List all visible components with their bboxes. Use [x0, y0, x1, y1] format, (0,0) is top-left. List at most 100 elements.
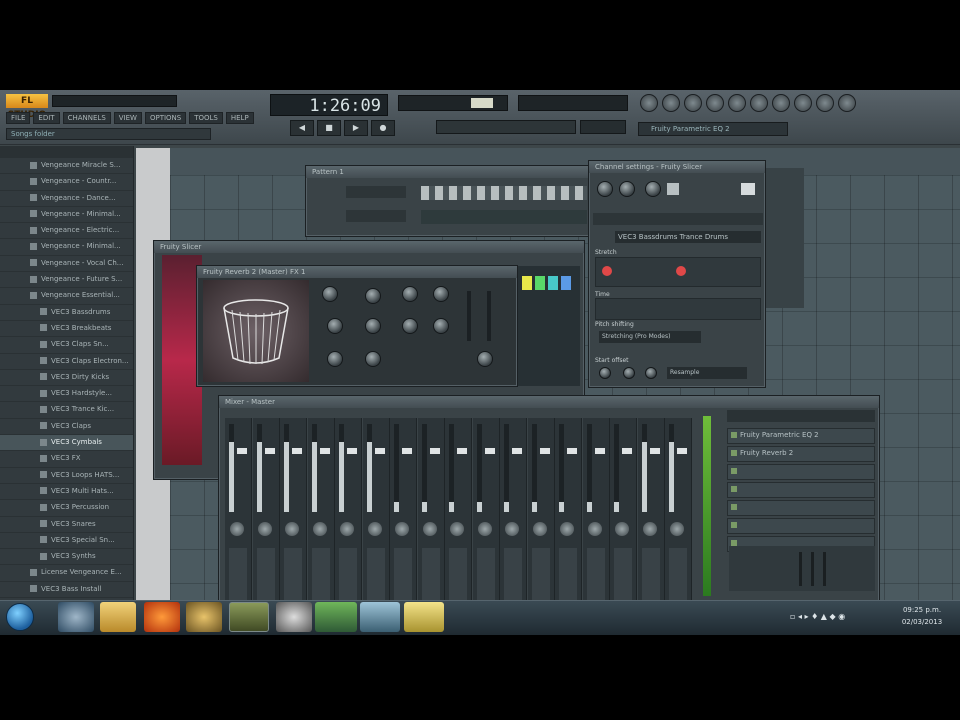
browser-item[interactable]: VEC3 Trance Kic...	[0, 402, 133, 419]
track-send-slot[interactable]	[559, 548, 577, 603]
effect-slot-3[interactable]	[727, 464, 875, 480]
master-volume-slider[interactable]	[52, 95, 177, 107]
browser-item[interactable]: VEC3 Snares	[0, 517, 133, 533]
track-volume-fader[interactable]	[237, 448, 247, 454]
piano-roll-icon[interactable]	[684, 94, 702, 112]
browser-item[interactable]: VEC3 Bass Install	[0, 582, 133, 599]
settings-close-icon[interactable]	[741, 183, 755, 195]
media-player-icon[interactable]	[186, 602, 222, 632]
system-tray[interactable]: ▫ ◂ ▸ ♦ ▲ ◆ ◉	[790, 612, 886, 624]
track-pan-knob[interactable]	[340, 522, 354, 536]
settings-gear-icon[interactable]	[750, 94, 768, 112]
high-cut-knob[interactable]	[365, 318, 381, 334]
browser-item[interactable]: VEC3 Percussion	[0, 500, 133, 517]
export-icon[interactable]	[816, 94, 834, 112]
track-pan-knob[interactable]	[230, 522, 244, 536]
screen-recorder-icon[interactable]	[315, 602, 357, 632]
rewind-button[interactable]: ◀	[290, 120, 314, 136]
menu-edit[interactable]: EDIT	[33, 112, 60, 124]
mixer-track[interactable]	[445, 418, 472, 608]
panning-knob[interactable]	[619, 181, 635, 197]
browser-item[interactable]: License Vengeance E...	[0, 565, 133, 582]
mixer-track[interactable]	[280, 418, 307, 608]
color-swatch[interactable]	[548, 276, 558, 290]
effect-slot-6[interactable]	[727, 518, 875, 534]
track-pan-knob[interactable]	[367, 522, 382, 536]
browser-item[interactable]: Vengeance - Countr...	[0, 174, 133, 191]
fl-logo[interactable]: FL STUDIO	[6, 94, 48, 120]
play-button[interactable]: ▶	[344, 120, 368, 136]
channel-graph[interactable]	[421, 210, 587, 224]
bass-mult-knob[interactable]	[433, 318, 449, 334]
eq-fader[interactable]	[811, 552, 814, 586]
color-swatch[interactable]	[522, 276, 532, 290]
browser-item[interactable]: VEC3 Special Sn...	[0, 533, 133, 550]
track-pan-knob[interactable]	[642, 522, 657, 536]
record-button[interactable]: ●	[371, 120, 395, 136]
diffusion-knob[interactable]	[402, 286, 418, 302]
browser-item[interactable]: Vengeance Miracle S...	[0, 158, 133, 175]
browser-item[interactable]: VEC3 Synths	[0, 549, 133, 566]
start-button[interactable]	[6, 603, 34, 631]
settings-tabs[interactable]	[593, 213, 763, 225]
track-pan-knob[interactable]	[422, 522, 437, 536]
browser-item[interactable]: Vengeance - Future S...	[0, 272, 133, 289]
mixer-track[interactable]	[335, 418, 362, 608]
track-volume-fader[interactable]	[402, 448, 412, 454]
track-pan-knob[interactable]	[395, 522, 409, 536]
effect-slot-5[interactable]	[727, 500, 875, 516]
taskbar-clock[interactable]: 09:25 p.m. 02/03/2013	[892, 604, 952, 628]
step-sequencer-steps[interactable]	[421, 186, 587, 200]
track-send-slot[interactable]	[256, 548, 275, 603]
eq-fader[interactable]	[799, 552, 802, 586]
menu-tools[interactable]: TOOLS	[189, 112, 223, 124]
steam-icon[interactable]	[276, 602, 312, 632]
track-volume-fader[interactable]	[594, 448, 605, 454]
browser-item[interactable]: Vengeance - Dance...	[0, 191, 133, 207]
track-volume-fader[interactable]	[374, 448, 385, 454]
browser-item[interactable]: Vengeance - Electric...	[0, 223, 133, 240]
browser-item[interactable]: VEC3 Bassdrums	[0, 305, 133, 321]
fl-studio-taskbar-icon[interactable]	[229, 602, 269, 632]
er-knob[interactable]	[365, 351, 381, 367]
stretch-mode-dropdown[interactable]: Stretching (Pro Modes)	[599, 331, 701, 343]
mixer-track[interactable]	[610, 418, 637, 608]
track-send-slot[interactable]	[449, 548, 467, 603]
track-volume-fader[interactable]	[677, 448, 687, 454]
stretch-led[interactable]	[676, 266, 686, 276]
track-volume-fader[interactable]	[347, 448, 357, 454]
track-pan-knob[interactable]	[477, 522, 492, 536]
record-icon[interactable]	[794, 94, 812, 112]
track-send-slot[interactable]	[229, 548, 247, 603]
channel-name-button[interactable]	[346, 186, 406, 198]
eq-faders[interactable]	[729, 546, 875, 591]
track-send-slot[interactable]	[366, 548, 385, 603]
stop-button[interactable]: ■	[317, 120, 341, 136]
low-cut-knob[interactable]	[327, 318, 343, 334]
plugin-picker[interactable]: Fruity Parametric EQ 2	[638, 122, 788, 136]
browser-item[interactable]: VEC3 Cymbals	[0, 435, 133, 452]
track-pan-knob[interactable]	[312, 522, 327, 536]
effect-slot-1[interactable]: Fruity Parametric EQ 2	[727, 428, 875, 444]
high-damp-knob[interactable]	[402, 318, 418, 334]
menu-help[interactable]: HELP	[225, 112, 254, 124]
track-send-slot[interactable]	[669, 548, 687, 603]
track-volume-fader[interactable]	[512, 448, 522, 454]
menu-options[interactable]: OPTIONS	[144, 112, 187, 124]
menu-channels[interactable]: CHANNELS	[62, 112, 111, 124]
track-volume-fader[interactable]	[649, 448, 660, 454]
browser-item[interactable]: VEC3 Claps Sn...	[0, 337, 133, 354]
browser-item[interactable]: VEC3 Hardstyle...	[0, 386, 133, 403]
browser-item[interactable]: VEC3 Claps	[0, 419, 133, 436]
pitch-knob[interactable]	[645, 181, 661, 197]
track-pan-knob[interactable]	[505, 522, 519, 536]
track-send-slot[interactable]	[504, 548, 522, 603]
browser-item[interactable]: VEC3 Loops HATS...	[0, 468, 133, 484]
browser-icon[interactable]	[706, 94, 724, 112]
browser-item[interactable]: VEC3 Claps Electron...	[0, 354, 133, 370]
pattern-selector[interactable]	[580, 120, 626, 134]
eq-fader[interactable]	[823, 552, 826, 586]
offset-knob[interactable]	[599, 367, 611, 379]
mixer-track[interactable]	[555, 418, 582, 608]
track-volume-fader[interactable]	[429, 448, 440, 454]
